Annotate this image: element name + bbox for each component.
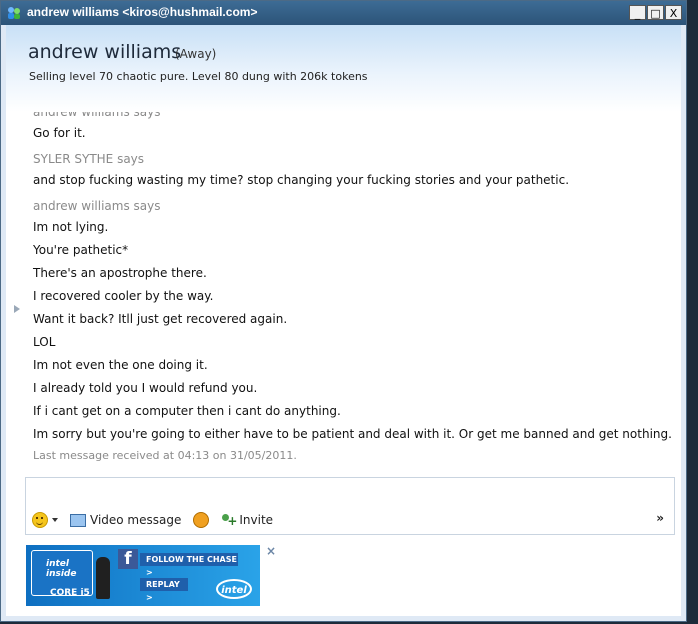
message-line: and stop fucking wasting my time? stop c… [33,173,570,187]
emoticon-button[interactable] [32,512,58,528]
chat-window: andrew williams <kiros@hushmail.com> _ □… [0,0,687,622]
message-history[interactable]: andrew williams says Go for it. SYLER SY… [6,112,681,472]
nudge-icon [193,512,210,528]
ad-intel-inside-text: intel inside [46,559,77,579]
invite-label: Invite [239,513,274,527]
intel-core-badge: intel inside CORE i5 [31,550,93,598]
nudge-button[interactable] [193,512,210,528]
contact-status: (Away) [175,47,217,61]
window-controls: _ □ X [629,5,682,20]
composer-toolbar: Video message Invite » [32,511,668,529]
video-message-icon [70,513,86,527]
invite-button[interactable]: Invite [221,513,273,527]
personal-message: Selling level 70 chaotic pure. Level 80 … [29,70,368,83]
video-message-label: Video message [90,513,182,527]
follow-the-chase-button[interactable]: FOLLOW THE CHASE > [140,553,238,577]
contact-header: andrew williams (Away) Selling level 70 … [6,25,681,112]
message-line: Im not lying. [33,220,109,234]
message-line: I already told you I would refund you. [33,381,258,395]
message-line: Want it back? Itll just get recovered ag… [33,312,288,326]
video-message-button[interactable]: Video message [70,513,181,527]
more-options-button[interactable]: » [656,511,664,525]
chevron-down-icon [52,518,58,522]
ad-figure-image [96,557,110,599]
messenger-icon [8,7,20,19]
message-line: You're pathetic* [33,243,129,257]
message-line: If i cant get on a computer then i cant … [33,404,341,418]
advertisement-banner[interactable]: intel inside CORE i5 f FOLLOW THE CHASE … [26,545,260,606]
message-line: Go for it. [33,126,86,140]
last-message-timestamp: Last message received at 04:13 on 31/05/… [33,449,297,462]
close-button[interactable]: X [665,5,682,20]
invite-icon [221,513,237,527]
conversation-client: andrew williams (Away) Selling level 70 … [6,25,681,616]
message-line: There's an apostrophe there. [33,266,207,280]
maximize-button[interactable]: □ [647,5,664,20]
message-sender: andrew williams says [33,112,161,119]
message-line: I recovered cooler by the way. [33,289,214,303]
intel-logo: intel [216,579,252,599]
message-composer[interactable]: Video message Invite » [25,477,675,535]
facebook-icon: f [118,549,138,569]
expand-arrow-icon[interactable] [14,305,20,313]
minimize-button[interactable]: _ [629,5,646,20]
ad-core-text: CORE i5 [50,588,90,598]
message-line: Im not even the one doing it. [33,358,208,372]
message-sender: andrew williams says [33,199,161,213]
title-bar[interactable]: andrew williams <kiros@hushmail.com> _ □… [1,1,686,25]
contact-name[interactable]: andrew williams [28,41,181,63]
smiley-icon [32,512,48,528]
message-line: LOL [33,335,56,349]
window-title: andrew williams <kiros@hushmail.com> [27,5,258,19]
close-ad-icon[interactable]: × [266,544,276,558]
message-sender: SYLER SYTHE says [33,152,145,166]
message-line: Im sorry but you're going to either have… [33,427,672,441]
replay-button[interactable]: REPLAY > [140,578,188,602]
